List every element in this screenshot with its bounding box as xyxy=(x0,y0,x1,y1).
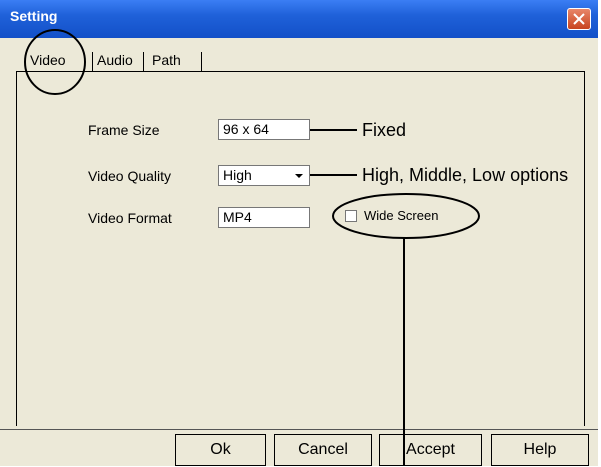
video-format-label: Video Format xyxy=(88,210,172,226)
annotation-fixed: Fixed xyxy=(362,120,407,140)
panel-border-left xyxy=(16,71,17,426)
frame-size-field: 96 x 64 xyxy=(218,119,310,140)
video-quality-select[interactable]: High xyxy=(218,165,310,186)
frame-size-value: 96 x 64 xyxy=(223,121,269,137)
close-button[interactable] xyxy=(567,8,591,30)
tab-audio[interactable]: Audio xyxy=(97,52,133,72)
wide-screen-checkbox[interactable] xyxy=(345,210,357,222)
video-format-field[interactable]: MP4 xyxy=(218,207,310,228)
annotation-quality-options: High, Middle, Low options xyxy=(362,165,569,185)
accept-button[interactable]: Accept xyxy=(379,434,482,466)
tab-strip: Video Audio Path xyxy=(0,38,598,72)
video-format-value: MP4 xyxy=(223,209,252,225)
tab-video[interactable]: Video xyxy=(30,52,66,72)
tab-separator xyxy=(143,52,144,72)
ok-button[interactable]: Ok xyxy=(175,434,266,466)
panel-border-right xyxy=(584,71,585,426)
frame-size-label: Frame Size xyxy=(88,122,160,138)
window-title: Setting xyxy=(10,8,58,24)
wide-screen-label: Wide Screen xyxy=(364,208,439,223)
settings-window: Setting Video Audio Path Frame Size 96 x… xyxy=(0,0,598,466)
help-button[interactable]: Help xyxy=(491,434,589,466)
chevron-down-icon[interactable] xyxy=(291,167,307,184)
tab-separator xyxy=(92,52,93,72)
title-bar[interactable]: Setting xyxy=(0,0,598,38)
cancel-button[interactable]: Cancel xyxy=(274,434,372,466)
tab-path[interactable]: Path xyxy=(152,52,181,72)
video-quality-label: Video Quality xyxy=(88,168,172,184)
tab-separator xyxy=(201,52,202,72)
video-quality-value: High xyxy=(223,167,252,183)
close-icon xyxy=(573,13,585,25)
